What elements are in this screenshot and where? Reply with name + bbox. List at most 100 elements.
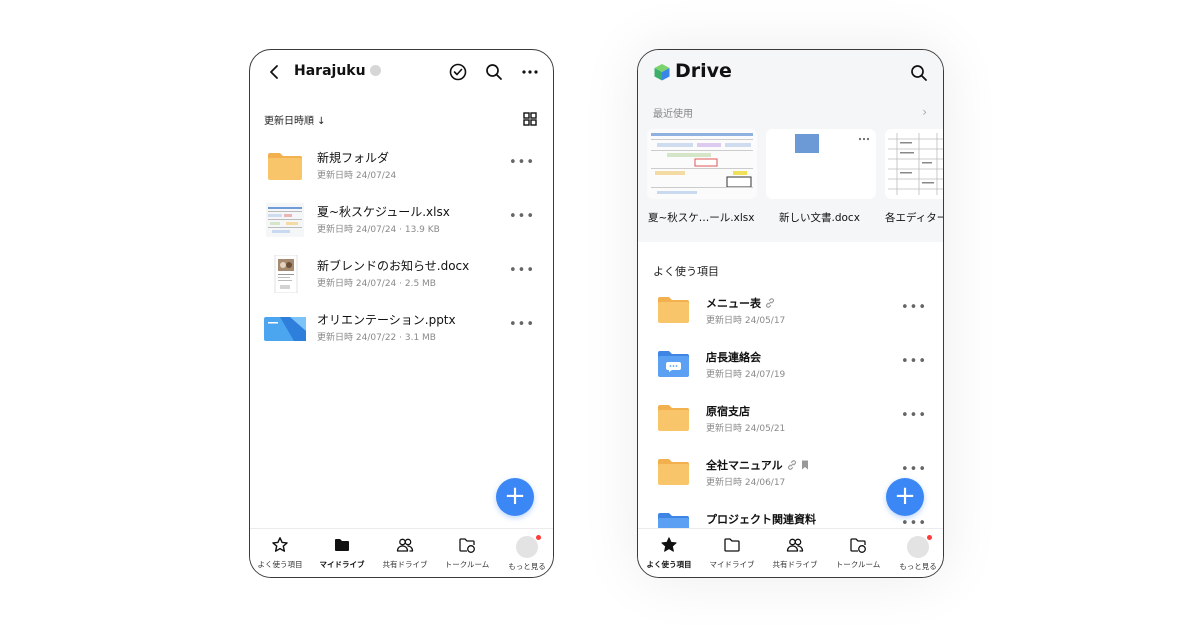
check-circle-icon[interactable]: [448, 62, 468, 82]
file-name: 新ブレンドのお知らせ.docx: [317, 259, 470, 273]
folder-meta: 更新日時 24/06/17: [706, 478, 786, 488]
row-more-icon[interactable]: •••: [901, 462, 927, 477]
file-name: 夏~秋スケジュール.xlsx: [317, 205, 450, 219]
bottom-tab-bar: よく使う項目 マイドライブ 共有ドライブ トークルーム もっと見る: [250, 528, 553, 577]
add-button[interactable]: +: [886, 478, 924, 516]
chevron-right-icon[interactable]: ›: [922, 105, 927, 119]
tab-my-drive[interactable]: マイドライブ: [312, 536, 372, 570]
folder-icon: [658, 405, 689, 431]
tab-shared-drive[interactable]: 共有ドライブ: [765, 536, 825, 570]
verified-badge-icon: [369, 65, 381, 76]
recent-card-spreadsheet[interactable]: [647, 129, 757, 199]
bookmark-icon: [801, 460, 808, 470]
folder-icon: [658, 297, 689, 323]
tab-label: 共有ドライブ: [772, 560, 818, 569]
recent-heading: 最近使用: [653, 109, 693, 120]
favorites-heading: よく使う項目: [653, 265, 719, 278]
grid-view-icon[interactable]: [523, 112, 537, 126]
tab-label: もっと見る: [899, 562, 937, 571]
folder-meta: 更新日時 24/05/21: [706, 424, 786, 434]
file-meta: 更新日時 24/07/24 · 2.5 MB: [317, 279, 436, 289]
bottom-tab-bar: よく使う項目 マイドライブ 共有ドライブ トークルーム もっと見る: [638, 528, 943, 577]
recent-file-name: 夏~秋スケ…ール.xlsx: [648, 212, 755, 224]
people-icon: [786, 538, 804, 552]
link-icon: [787, 460, 796, 470]
sort-dropdown[interactable]: 更新日時順 ↓: [264, 112, 326, 127]
row-more-icon[interactable]: •••: [509, 155, 535, 170]
file-row[interactable]: 新規フォルダ 更新日時 24/07/24 •••: [250, 141, 553, 195]
folder-meta: 更新日時 24/05/17: [706, 316, 786, 326]
tab-label: マイドライブ: [709, 560, 755, 569]
file-name: 新規フォルダ: [317, 151, 390, 165]
header: Harajuku: [250, 50, 553, 96]
phone-my-drive-screen: Harajuku 更新日時順 ↓ 新規フォルダ 更新日時 24/07/24 ••…: [249, 49, 554, 578]
search-icon[interactable]: [909, 63, 929, 83]
file-row[interactable]: 新ブレンドのお知らせ.docx 更新日時 24/07/24 · 2.5 MB •…: [250, 249, 553, 303]
star-icon: [272, 537, 288, 552]
more-icon[interactable]: [520, 62, 540, 82]
row-more-icon[interactable]: •••: [509, 263, 535, 278]
folder-meta: 更新日時 24/07/19: [706, 370, 786, 380]
phone-drive-home-screen: Drive 最近使用 › 夏~秋スケ…ール.xlsx 新しい文書.docx 各エ…: [637, 49, 944, 578]
row-more-icon[interactable]: •••: [901, 408, 927, 423]
file-row[interactable]: オリエンテーション.pptx 更新日時 24/07/22 · 3.1 MB ••…: [250, 303, 553, 357]
tab-label: トークルーム: [444, 560, 490, 569]
tab-label: よく使う項目: [646, 560, 692, 569]
file-meta: 更新日時 24/07/22 · 3.1 MB: [317, 333, 436, 343]
folder-name: 店長連絡会: [706, 351, 761, 364]
tab-label: よく使う項目: [257, 560, 303, 569]
tab-talk-room[interactable]: トークルーム: [437, 536, 497, 570]
page-title: Drive: [675, 60, 732, 82]
tab-more[interactable]: もっと見る: [888, 535, 943, 572]
spreadsheet-thumbnail: [266, 203, 304, 237]
favorite-row[interactable]: 原宿支店 更新日時 24/05/21 •••: [638, 394, 943, 448]
row-more-icon[interactable]: •••: [509, 209, 535, 224]
add-button[interactable]: +: [496, 478, 534, 516]
editor-thumbnail: [885, 129, 943, 199]
favorite-row[interactable]: メニュー表 更新日時 24/05/17 •••: [638, 286, 943, 340]
folder-filled-icon: [335, 539, 349, 551]
tab-favorites[interactable]: よく使う項目: [639, 536, 699, 570]
tab-label: 共有ドライブ: [382, 560, 428, 569]
document-thumbnail: [274, 255, 298, 293]
spreadsheet-thumbnail: [647, 129, 757, 199]
drive-logo-icon: [654, 64, 670, 81]
folder-icon: [268, 153, 302, 180]
avatar: [907, 535, 932, 558]
file-name: オリエンテーション.pptx: [317, 313, 456, 327]
row-more-icon[interactable]: •••: [901, 300, 927, 315]
avatar: [516, 535, 541, 558]
document-thumbnail: [766, 129, 876, 199]
row-more-icon[interactable]: •••: [901, 354, 927, 369]
notification-dot: [927, 535, 932, 540]
folder-icon: [658, 459, 689, 485]
folder-name: 原宿支店: [706, 405, 750, 418]
page-title: Harajuku: [294, 63, 381, 79]
recent-card-document[interactable]: [766, 129, 876, 199]
star-filled-icon: [661, 537, 677, 552]
talk-folder-icon: [658, 351, 689, 377]
favorite-row[interactable]: 店長連絡会 更新日時 24/07/19 •••: [638, 340, 943, 394]
row-more-icon[interactable]: •••: [509, 317, 535, 332]
people-icon: [396, 538, 414, 552]
tab-favorites[interactable]: よく使う項目: [250, 536, 310, 570]
folder-name: プロジェクト関連資料: [706, 513, 816, 526]
tab-label: もっと見る: [508, 562, 546, 571]
recent-card-editor[interactable]: [885, 129, 943, 199]
tab-shared-drive[interactable]: 共有ドライブ: [375, 536, 435, 570]
link-icon: [766, 298, 774, 308]
notification-dot: [536, 535, 541, 540]
tab-my-drive[interactable]: マイドライブ: [702, 536, 762, 570]
tab-label: マイドライブ: [319, 560, 365, 569]
talk-folder-icon: [459, 538, 475, 553]
recent-section: Drive 最近使用 › 夏~秋スケ…ール.xlsx 新しい文書.docx 各エ…: [638, 50, 943, 242]
back-arrow-icon[interactable]: [266, 63, 284, 81]
folder-outline-icon: [724, 538, 740, 552]
tab-talk-room[interactable]: トークルーム: [828, 536, 888, 570]
search-icon[interactable]: [484, 62, 504, 82]
tab-more[interactable]: もっと見る: [497, 535, 553, 572]
file-row[interactable]: 夏~秋スケジュール.xlsx 更新日時 24/07/24 · 13.9 KB •…: [250, 195, 553, 249]
file-meta: 更新日時 24/07/24 · 13.9 KB: [317, 225, 440, 235]
recent-file-name: 新しい文書.docx: [779, 212, 860, 224]
tab-label: トークルーム: [835, 560, 881, 569]
